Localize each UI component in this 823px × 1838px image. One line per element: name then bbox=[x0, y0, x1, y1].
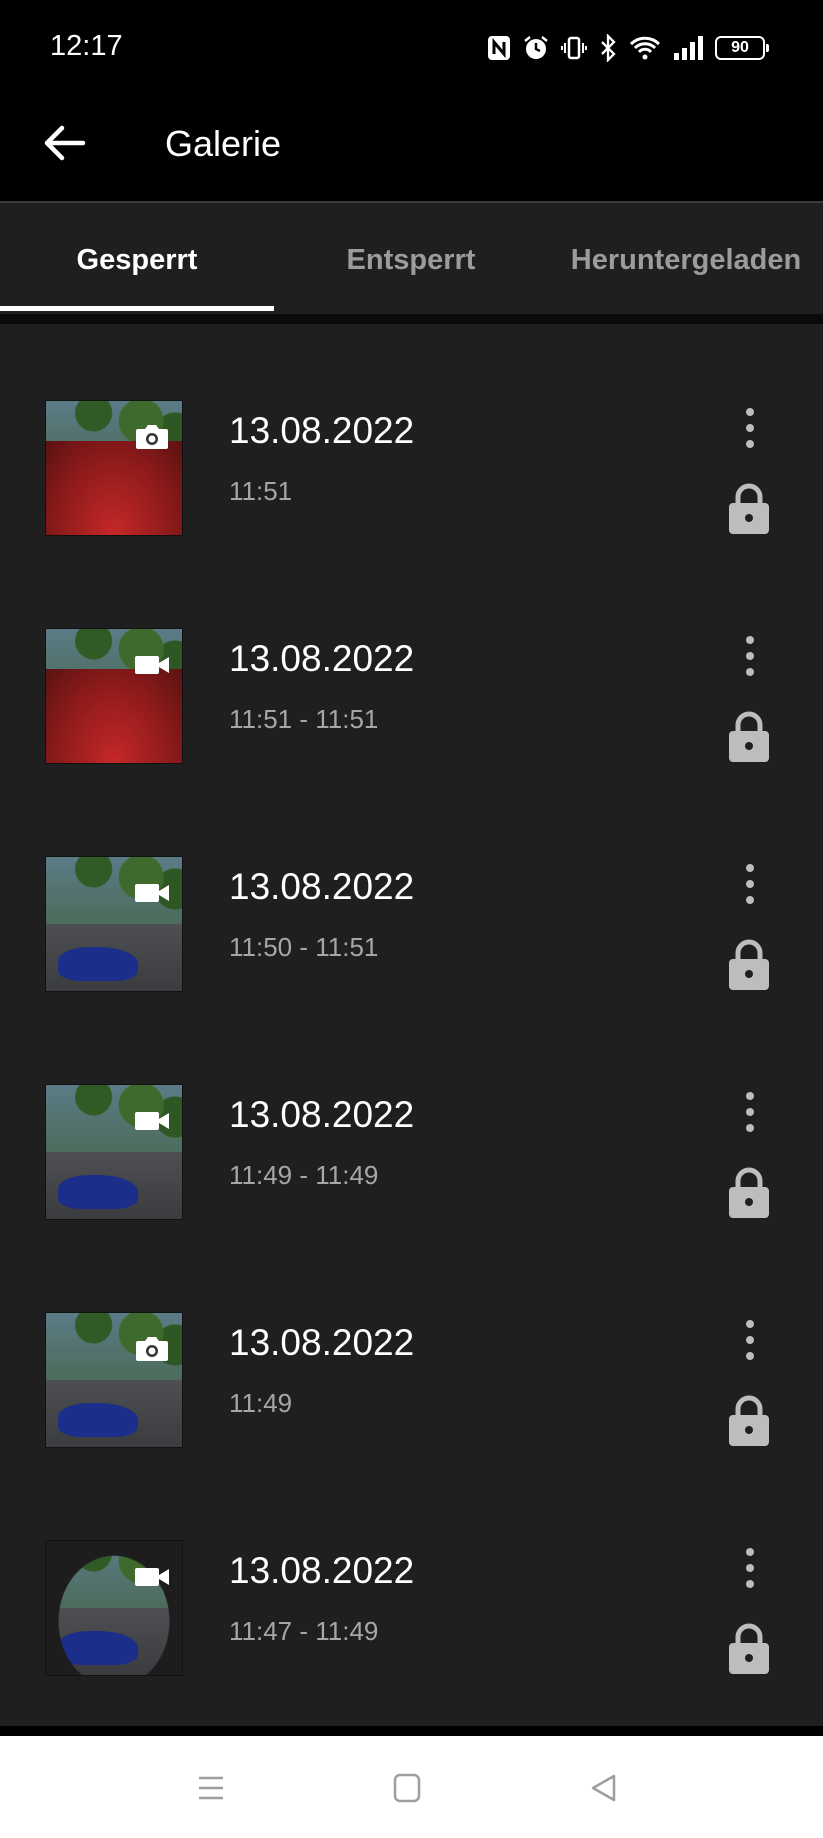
media-thumbnail[interactable] bbox=[45, 1084, 183, 1220]
lock-icon[interactable] bbox=[726, 1622, 772, 1676]
more-options-icon[interactable] bbox=[732, 1544, 768, 1592]
lock-icon[interactable] bbox=[726, 938, 772, 992]
media-thumbnail[interactable] bbox=[45, 628, 183, 764]
arrow-left-icon bbox=[44, 125, 86, 161]
wifi-icon bbox=[629, 36, 661, 60]
list-item[interactable]: 13.08.2022 11:49 - 11:49 bbox=[0, 1008, 823, 1236]
lock-icon[interactable] bbox=[726, 710, 772, 764]
more-options-icon[interactable] bbox=[732, 860, 768, 908]
item-time: 11:49 bbox=[229, 1388, 293, 1418]
item-time: 11:51 - 11:51 bbox=[229, 704, 379, 734]
divider bbox=[0, 314, 823, 324]
media-thumbnail[interactable] bbox=[45, 856, 183, 992]
system-nav-bar bbox=[0, 1736, 823, 1838]
item-time: 11:50 - 11:51 bbox=[229, 932, 379, 962]
list-item[interactable]: 13.08.2022 11:51 - 11:51 bbox=[0, 552, 823, 780]
more-options-icon[interactable] bbox=[732, 1316, 768, 1364]
battery-icon: 90 bbox=[715, 36, 769, 60]
lock-icon[interactable] bbox=[726, 1394, 772, 1448]
lock-icon[interactable] bbox=[726, 482, 772, 536]
nfc-icon bbox=[488, 36, 510, 60]
divider bbox=[0, 1726, 823, 1736]
item-date: 13.08.2022 bbox=[229, 866, 415, 907]
camera-icon bbox=[136, 1337, 168, 1361]
item-date: 13.08.2022 bbox=[229, 410, 415, 451]
list-item[interactable]: 13.08.2022 11:49 bbox=[0, 1236, 823, 1464]
item-time: 11:51 bbox=[229, 476, 293, 506]
item-time: 11:47 - 11:49 bbox=[229, 1616, 379, 1646]
media-list: 13.08.2022 11:51 13.08.2022 11:51 - 11:5… bbox=[0, 324, 823, 1726]
video-camera-icon bbox=[135, 656, 169, 674]
media-thumbnail[interactable] bbox=[45, 400, 183, 536]
media-thumbnail[interactable] bbox=[45, 1312, 183, 1448]
tab-heruntergeladen[interactable]: Heruntergeladen bbox=[549, 203, 823, 313]
back-button[interactable] bbox=[40, 118, 90, 168]
status-icons: 90 bbox=[487, 30, 769, 66]
item-time: 11:49 - 11:49 bbox=[229, 1160, 379, 1190]
alarm-icon bbox=[524, 36, 548, 59]
active-tab-indicator bbox=[0, 306, 274, 311]
lock-icon[interactable] bbox=[726, 1166, 772, 1220]
more-options-icon[interactable] bbox=[732, 404, 768, 452]
more-options-icon[interactable] bbox=[732, 1088, 768, 1136]
more-options-icon[interactable] bbox=[732, 632, 768, 680]
app-bar: Galerie bbox=[0, 96, 823, 201]
list-item[interactable]: 13.08.2022 11:50 - 11:51 bbox=[0, 780, 823, 1008]
tab-gesperrt[interactable]: Gesperrt bbox=[0, 203, 274, 313]
item-date: 13.08.2022 bbox=[229, 1094, 415, 1135]
home-icon[interactable] bbox=[387, 1768, 427, 1808]
status-bar: 12:17 90 bbox=[0, 0, 823, 96]
item-date: 13.08.2022 bbox=[229, 638, 415, 679]
tab-bar: Gesperrt Entsperrt Heruntergeladen bbox=[0, 201, 823, 314]
bluetooth-icon bbox=[601, 34, 616, 62]
camera-icon bbox=[136, 425, 168, 449]
item-date: 13.08.2022 bbox=[229, 1322, 415, 1363]
video-camera-icon bbox=[135, 1568, 169, 1586]
signal-icon bbox=[674, 36, 703, 60]
video-camera-icon bbox=[135, 884, 169, 902]
vibrate-icon bbox=[561, 36, 587, 60]
media-thumbnail[interactable] bbox=[45, 1540, 183, 1676]
video-camera-icon bbox=[135, 1112, 169, 1130]
page-title: Galerie bbox=[165, 123, 282, 164]
item-date: 13.08.2022 bbox=[229, 1550, 415, 1591]
list-item[interactable]: 13.08.2022 11:47 - 11:49 bbox=[0, 1464, 823, 1692]
back-triangle-icon[interactable] bbox=[584, 1768, 624, 1808]
list-item[interactable]: 13.08.2022 11:51 bbox=[0, 324, 823, 552]
status-time: 12:17 bbox=[50, 30, 123, 62]
tab-entsperrt[interactable]: Entsperrt bbox=[274, 203, 548, 313]
menu-icon[interactable] bbox=[191, 1768, 231, 1808]
